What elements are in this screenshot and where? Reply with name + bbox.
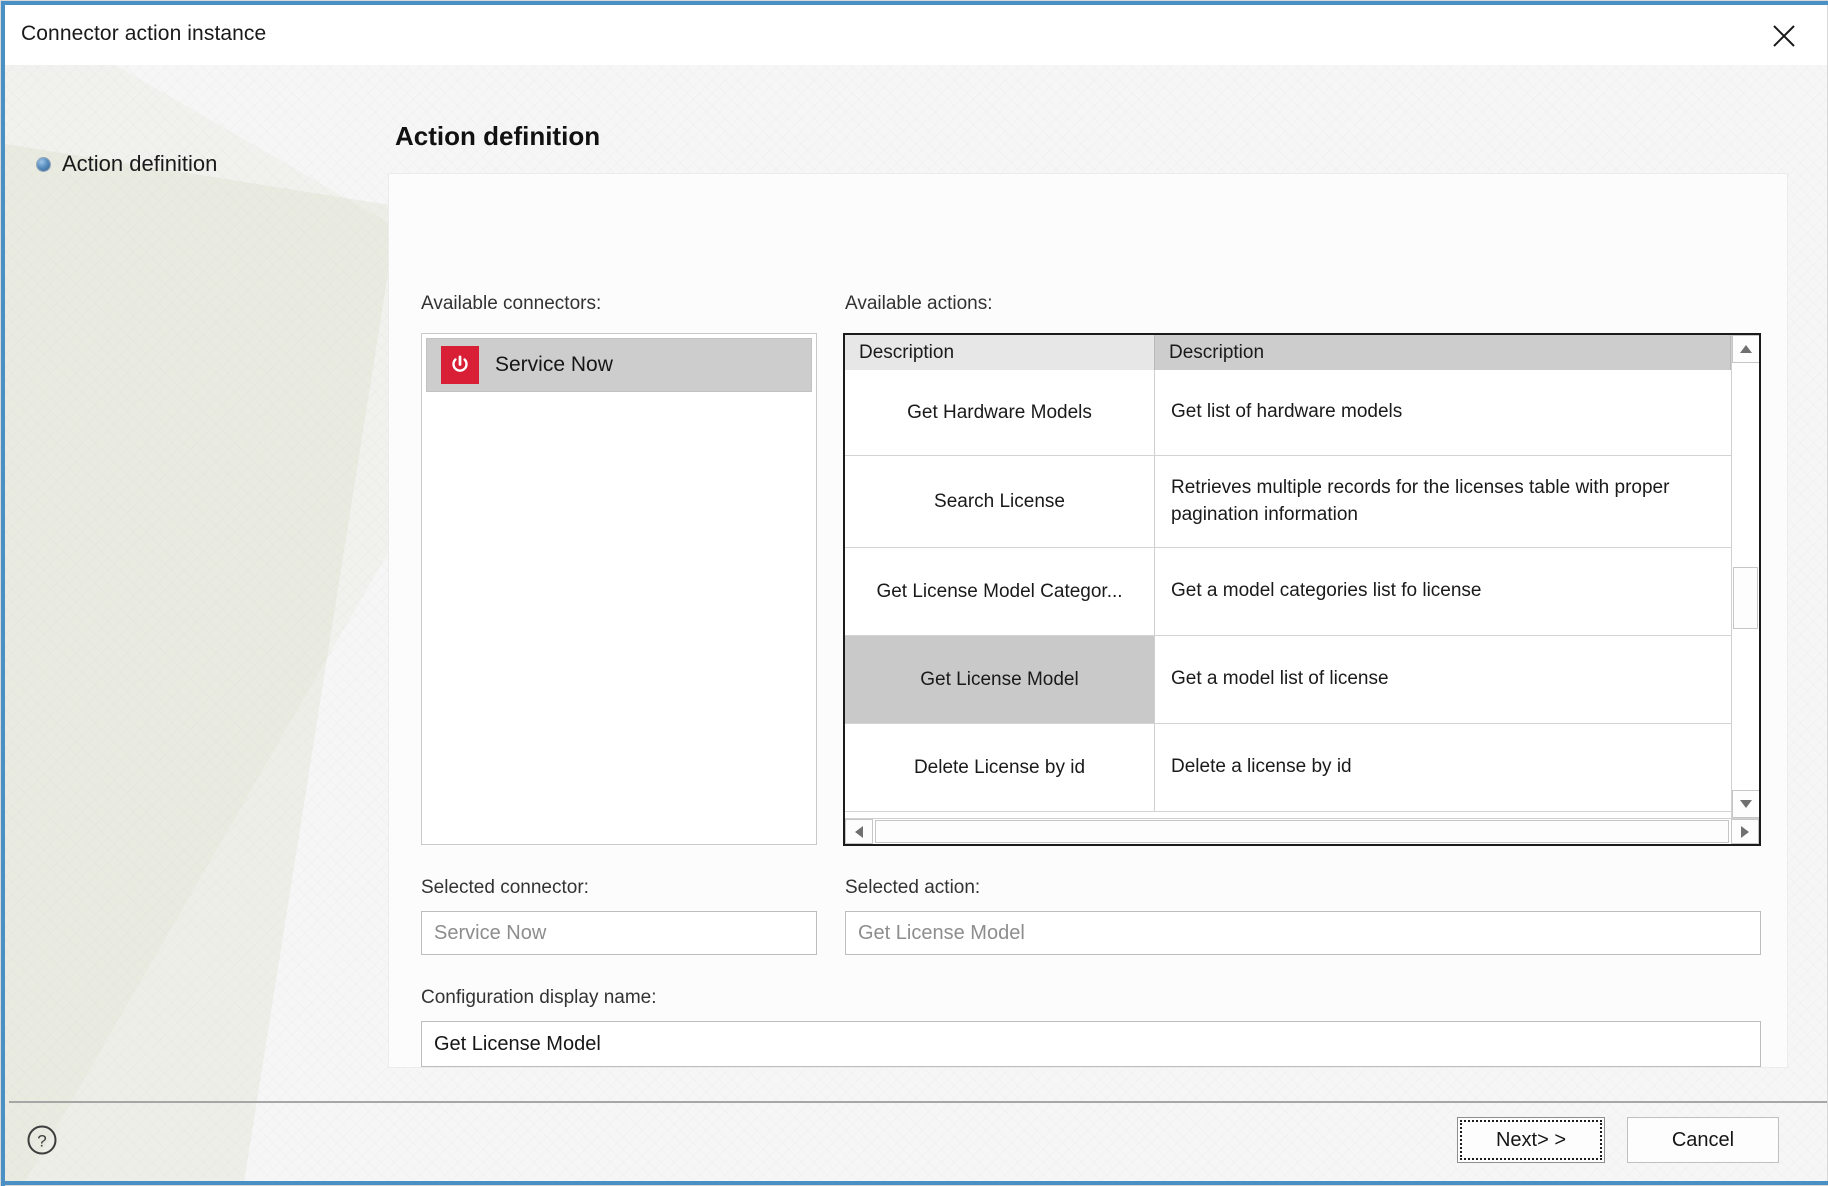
- column-header-description[interactable]: Description: [1155, 335, 1731, 370]
- table-row[interactable]: Get Hardware Models Get list of hardware…: [845, 370, 1759, 456]
- selected-action-field[interactable]: Get License Model: [845, 911, 1761, 955]
- selected-connector-field[interactable]: Service Now: [421, 911, 817, 955]
- action-description-cell: Delete a license by id: [1171, 756, 1352, 778]
- footer-divider: [9, 1101, 1827, 1103]
- table-header-row: Description Description: [845, 335, 1759, 370]
- action-description-cell: Get a model list of license: [1171, 668, 1389, 690]
- next-button[interactable]: Next> >: [1457, 1117, 1605, 1163]
- next-button-label: Next> >: [1495, 1128, 1567, 1151]
- action-name-cell: Get Hardware Models: [845, 370, 1155, 455]
- triangle-right-icon[interactable]: [1731, 819, 1759, 844]
- wizard-step-nav: Action definition: [5, 65, 385, 1181]
- vertical-scrollbar-thumb[interactable]: [1733, 567, 1758, 629]
- action-description-cell: Retrieves multiple records for the licen…: [1171, 477, 1670, 525]
- available-actions-label: Available actions:: [845, 293, 993, 314]
- bullet-sphere-icon: [37, 157, 50, 171]
- action-name-cell: Delete License by id: [845, 724, 1155, 811]
- configuration-display-name-label: Configuration display name:: [421, 987, 657, 1008]
- triangle-up-icon[interactable]: [1732, 335, 1759, 363]
- window-accent-bottom: [1, 1181, 1828, 1185]
- table-row[interactable]: Search License Retrieves multiple record…: [845, 456, 1759, 548]
- horizontal-scrollbar[interactable]: [845, 818, 1759, 844]
- configuration-display-name-input[interactable]: Get License Model: [421, 1021, 1761, 1067]
- vertical-scrollbar[interactable]: [1731, 335, 1759, 818]
- horizontal-scrollbar-track[interactable]: [873, 819, 1731, 844]
- power-icon: [441, 346, 479, 384]
- sidebar-item-action-definition[interactable]: Action definition: [37, 151, 217, 177]
- help-circle-icon[interactable]: ?: [21, 1119, 63, 1161]
- action-description-cell: Get list of hardware models: [1171, 401, 1403, 423]
- table-row[interactable]: Get License Model Get a model list of li…: [845, 636, 1759, 724]
- horizontal-scrollbar-thumb[interactable]: [875, 820, 1729, 843]
- triangle-left-icon[interactable]: [845, 819, 873, 844]
- column-header-name[interactable]: Description: [845, 335, 1155, 370]
- selected-action-label: Selected action:: [845, 877, 981, 898]
- svg-text:?: ?: [37, 1132, 46, 1151]
- sidebar-item-label: Action definition: [62, 151, 218, 176]
- action-name-cell: Get License Model Categor...: [845, 548, 1155, 635]
- window-title: Connector action instance: [21, 22, 267, 45]
- triangle-down-icon[interactable]: [1732, 790, 1759, 818]
- action-name-cell: Search License: [845, 456, 1155, 547]
- available-connectors-label: Available connectors:: [421, 293, 602, 314]
- action-description-cell: Get a model categories list fo license: [1171, 580, 1482, 602]
- cancel-button-label: Cancel: [1671, 1128, 1735, 1151]
- table-row[interactable]: Get License Model Categor... Get a model…: [845, 548, 1759, 636]
- action-name-cell: Get License Model: [845, 636, 1155, 723]
- table-row[interactable]: Delete License by id Delete a license by…: [845, 724, 1759, 812]
- close-icon[interactable]: [1761, 15, 1807, 57]
- table-body: Get Hardware Models Get list of hardware…: [845, 370, 1759, 844]
- page-title: Action definition: [395, 121, 601, 151]
- available-connectors-list[interactable]: Service Now: [421, 333, 817, 845]
- connector-item-label: Service Now: [495, 353, 613, 376]
- available-actions-table[interactable]: Description Description Get Hardware Mod…: [843, 333, 1761, 846]
- dialog-body: Action definition Action definition Avai…: [5, 65, 1827, 1181]
- title-bar: Connector action instance: [5, 5, 1827, 65]
- cancel-button[interactable]: Cancel: [1627, 1117, 1779, 1163]
- connector-item-service-now[interactable]: Service Now: [426, 338, 812, 392]
- selected-connector-label: Selected connector:: [421, 877, 589, 898]
